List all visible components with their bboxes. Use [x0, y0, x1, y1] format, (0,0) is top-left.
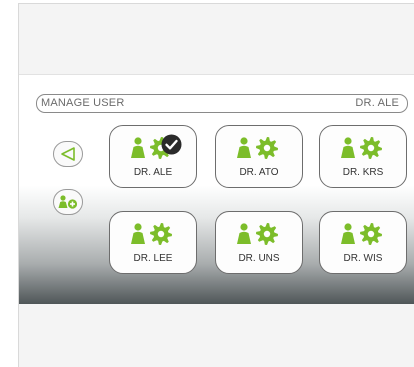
- manage-user-panel: MANAGE USER DR. ALE DR. ALE DR. ATO DR. KR…: [19, 74, 414, 305]
- user-settings-icon: [237, 137, 278, 159]
- user-tile[interactable]: DR. WIS: [319, 211, 407, 274]
- current-user-label: DR. ALE: [355, 97, 399, 109]
- user-tile[interactable]: DR. KRS: [319, 125, 407, 188]
- top-band: [19, 4, 414, 74]
- manage-user-header: MANAGE USER DR. ALE: [36, 94, 408, 113]
- user-tile-label: DR. ALE: [133, 167, 173, 178]
- user-tile-label: DR. ATO: [239, 167, 279, 178]
- user-settings-icon: [131, 223, 172, 245]
- user-settings-icon: [341, 223, 382, 245]
- user-tile[interactable]: DR. ALE: [109, 125, 197, 188]
- add-user-icon: [58, 195, 78, 209]
- back-button[interactable]: [53, 141, 83, 167]
- page-title: MANAGE USER: [41, 97, 125, 109]
- user-tile-label: DR. WIS: [343, 253, 383, 264]
- triangle-left-icon: [61, 147, 75, 161]
- user-settings-icon: [341, 137, 382, 159]
- user-tile[interactable]: DR. ATO: [215, 125, 303, 188]
- user-tile[interactable]: DR. UNS: [215, 211, 303, 274]
- bottom-band: [19, 304, 414, 367]
- selected-check-icon: [161, 134, 182, 155]
- user-tile[interactable]: DR. LEE: [109, 211, 197, 274]
- user-tile-label: DR. LEE: [133, 253, 173, 264]
- app-screen: MANAGE USER DR. ALE DR. ALE DR. ATO DR. KR…: [18, 3, 414, 367]
- user-tile-label: DR. UNS: [238, 253, 280, 264]
- user-settings-icon: [237, 223, 278, 245]
- user-tile-label: DR. KRS: [342, 167, 384, 178]
- add-user-button[interactable]: [53, 189, 83, 215]
